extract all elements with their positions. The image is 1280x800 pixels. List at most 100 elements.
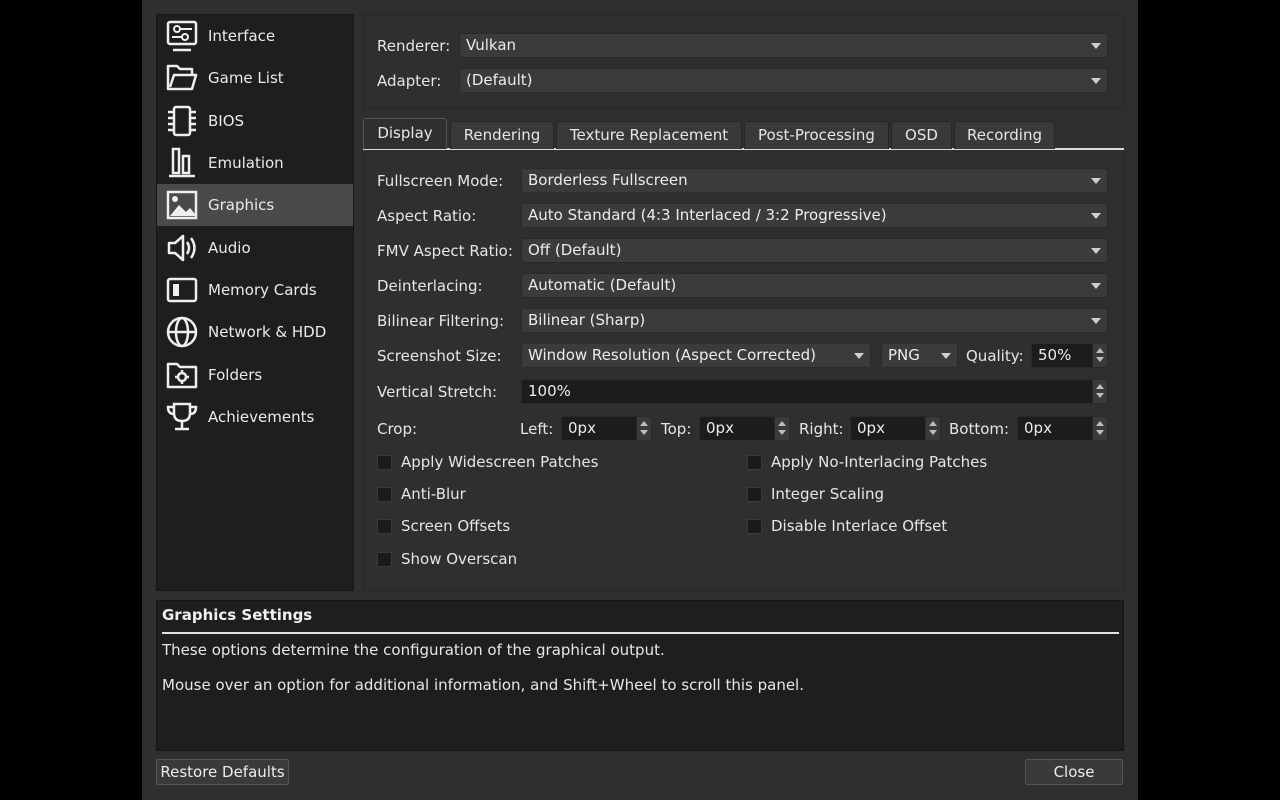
deinterlacing-select[interactable]: Automatic (Default) bbox=[521, 273, 1108, 298]
adapter-label: Adapter: bbox=[377, 72, 442, 90]
settings-window: Interface Game List BIOS Emulation Graph… bbox=[142, 0, 1138, 800]
spin-buttons[interactable] bbox=[1092, 344, 1107, 367]
checkbox-box[interactable] bbox=[747, 454, 762, 470]
screen-offsets-checkbox[interactable]: Screen Offsets bbox=[377, 517, 510, 535]
checkbox-label: Screen Offsets bbox=[401, 517, 511, 535]
tab-rendering[interactable]: Rendering bbox=[450, 121, 554, 149]
aspect-ratio-select[interactable]: Auto Standard (4:3 Interlaced / 3:2 Prog… bbox=[521, 203, 1108, 228]
quality-spinbox[interactable]: 50% bbox=[1031, 343, 1108, 368]
sidebar-item-graphics[interactable]: Graphics bbox=[157, 184, 353, 227]
sidebar-item-memory-cards[interactable]: Memory Cards bbox=[157, 269, 353, 311]
checkbox-label: Apply No-Interlacing Patches bbox=[771, 453, 988, 471]
bilinear-filtering-value: Bilinear (Sharp) bbox=[528, 311, 646, 329]
spin-buttons[interactable] bbox=[1092, 380, 1107, 403]
checkbox-label: Disable Interlace Offset bbox=[771, 517, 948, 535]
sidebar-item-emulation[interactable]: Emulation bbox=[157, 142, 353, 184]
renderer-select[interactable]: Vulkan bbox=[459, 33, 1108, 58]
crop-left-spinbox[interactable]: 0px bbox=[561, 416, 652, 441]
description-line-1: These options determine the configuratio… bbox=[162, 641, 665, 659]
anti-blur-checkbox[interactable]: Anti-Blur bbox=[377, 485, 466, 503]
screenshot-size-label: Screenshot Size: bbox=[377, 347, 502, 365]
bilinear-filtering-label: Bilinear Filtering: bbox=[377, 312, 505, 330]
sidebar-item-label: Audio bbox=[208, 238, 251, 257]
sidebar-item-network-hdd[interactable]: Network & HDD bbox=[157, 311, 353, 353]
checkbox-box[interactable] bbox=[747, 486, 762, 502]
vertical-stretch-spinbox[interactable]: 100% bbox=[521, 379, 1108, 404]
widescreen-patches-checkbox[interactable]: Apply Widescreen Patches bbox=[377, 453, 598, 471]
sidebar-item-interface[interactable]: Interface bbox=[157, 15, 353, 57]
screenshot-size-value: Window Resolution (Aspect Corrected) bbox=[528, 346, 816, 364]
spin-down-icon bbox=[1096, 430, 1104, 435]
crop-bottom-label: Bottom: bbox=[949, 420, 1010, 438]
screenshot-size-select[interactable]: Window Resolution (Aspect Corrected) bbox=[521, 343, 871, 368]
vertical-stretch-label: Vertical Stretch: bbox=[377, 383, 498, 401]
spin-down-icon bbox=[640, 430, 648, 435]
sidebar-item-folders[interactable]: Folders bbox=[157, 353, 353, 395]
checkbox-box[interactable] bbox=[747, 518, 762, 534]
spin-buttons[interactable] bbox=[1092, 417, 1107, 440]
spin-buttons[interactable] bbox=[774, 417, 789, 440]
crop-right-label: Right: bbox=[799, 420, 844, 438]
checkbox-box[interactable] bbox=[377, 486, 392, 502]
speaker-icon bbox=[164, 230, 200, 266]
sidebar-item-label: Memory Cards bbox=[208, 280, 317, 299]
disable-interlace-offset-checkbox[interactable]: Disable Interlace Offset bbox=[747, 517, 947, 535]
globe-icon bbox=[164, 314, 200, 350]
tab-osd[interactable]: OSD bbox=[891, 121, 952, 149]
bilinear-filtering-select[interactable]: Bilinear (Sharp) bbox=[521, 308, 1108, 333]
sidebar-item-label: BIOS bbox=[208, 111, 245, 130]
sidebar-item-bios[interactable]: BIOS bbox=[157, 100, 353, 142]
no-interlacing-patches-checkbox[interactable]: Apply No-Interlacing Patches bbox=[747, 453, 987, 471]
spin-up-icon bbox=[1096, 421, 1104, 426]
tab-texture-replacement[interactable]: Texture Replacement bbox=[556, 121, 742, 149]
chevron-down-icon bbox=[1091, 318, 1101, 324]
spin-up-icon bbox=[1096, 384, 1104, 389]
tab-post-processing[interactable]: Post-Processing bbox=[744, 121, 889, 149]
adapter-value: (Default) bbox=[466, 71, 533, 89]
tab-recording[interactable]: Recording bbox=[954, 121, 1055, 149]
spin-buttons[interactable] bbox=[636, 417, 651, 440]
sidebar-item-label: Emulation bbox=[208, 154, 284, 173]
fmv-aspect-select[interactable]: Off (Default) bbox=[521, 238, 1108, 263]
aspect-ratio-value: Auto Standard (4:3 Interlaced / 3:2 Prog… bbox=[528, 206, 887, 224]
integer-scaling-checkbox[interactable]: Integer Scaling bbox=[747, 485, 884, 503]
renderer-value: Vulkan bbox=[466, 36, 517, 54]
spin-down-icon bbox=[778, 430, 786, 435]
checkbox-box[interactable] bbox=[377, 454, 392, 470]
tab-display[interactable]: Display bbox=[363, 118, 447, 149]
sidebar-item-achievements[interactable]: Achievements bbox=[157, 396, 353, 438]
vertical-stretch-value: 100% bbox=[528, 382, 571, 400]
tab-bar: Display Rendering Texture Replacement Po… bbox=[363, 118, 1124, 150]
checkbox-label: Apply Widescreen Patches bbox=[401, 453, 599, 471]
sidebar-item-label: Folders bbox=[208, 365, 263, 384]
show-overscan-checkbox[interactable]: Show Overscan bbox=[377, 550, 517, 568]
memory-card-icon bbox=[164, 272, 200, 308]
checkbox-label: Anti-Blur bbox=[401, 485, 466, 503]
crop-left-value: 0px bbox=[568, 419, 596, 437]
image-icon bbox=[164, 187, 200, 223]
crop-top-spinbox[interactable]: 0px bbox=[699, 416, 790, 441]
chevron-down-icon bbox=[854, 353, 864, 359]
crop-bottom-spinbox[interactable]: 0px bbox=[1017, 416, 1108, 441]
chevron-down-icon bbox=[1091, 248, 1101, 254]
spin-buttons[interactable] bbox=[925, 417, 940, 440]
deinterlacing-label: Deinterlacing: bbox=[377, 277, 483, 295]
trophy-icon bbox=[164, 399, 200, 435]
spin-up-icon bbox=[778, 421, 786, 426]
checkbox-box[interactable] bbox=[377, 518, 392, 534]
crop-right-spinbox[interactable]: 0px bbox=[850, 416, 941, 441]
screenshot-format-select[interactable]: PNG bbox=[881, 343, 958, 368]
fullscreen-mode-select[interactable]: Borderless Fullscreen bbox=[521, 168, 1108, 193]
spin-down-icon bbox=[929, 430, 937, 435]
adapter-select[interactable]: (Default) bbox=[459, 68, 1108, 93]
restore-defaults-button[interactable]: Restore Defaults bbox=[156, 759, 289, 785]
fullscreen-mode-label: Fullscreen Mode: bbox=[377, 172, 504, 190]
sidebar-item-audio[interactable]: Audio bbox=[157, 226, 353, 268]
sidebar-item-game-list[interactable]: Game List bbox=[157, 57, 353, 99]
close-button[interactable]: Close bbox=[1025, 759, 1123, 785]
chevron-down-icon bbox=[1091, 283, 1101, 289]
spin-down-icon bbox=[1096, 393, 1104, 398]
checkbox-box[interactable] bbox=[377, 551, 392, 567]
sidebar-item-label: Achievements bbox=[208, 407, 315, 426]
spin-up-icon bbox=[1096, 348, 1104, 353]
